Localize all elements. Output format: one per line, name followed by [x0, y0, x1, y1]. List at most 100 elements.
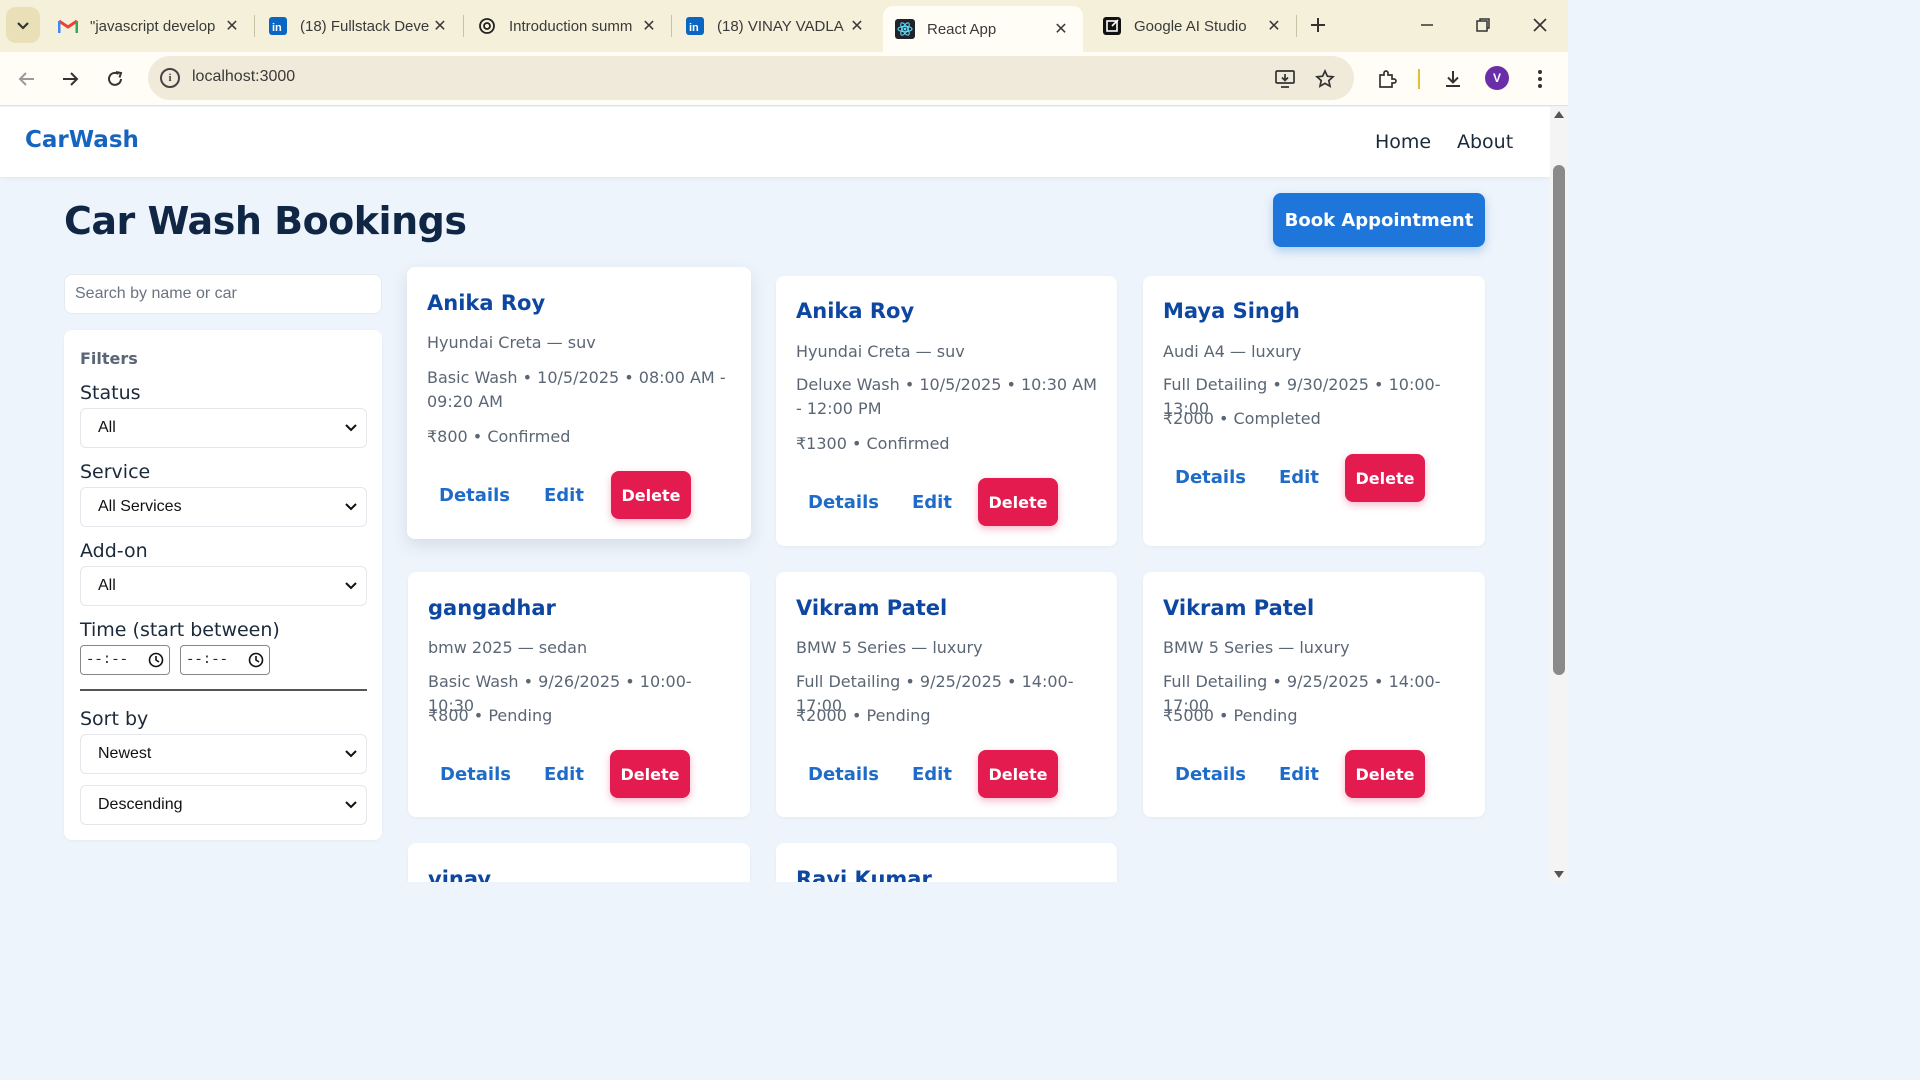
edit-button[interactable]: Edit — [1279, 764, 1319, 785]
book-appointment-button[interactable]: Book Appointment — [1273, 193, 1485, 247]
car-info: BMW 5 Series — luxury — [796, 638, 983, 657]
clock-icon[interactable] — [148, 652, 164, 668]
browser-tab-ai-studio[interactable]: Google AI Studio ✕ — [1090, 6, 1296, 46]
sort-order-value: Descending — [98, 796, 183, 813]
details-button[interactable]: Details — [808, 492, 879, 513]
customer-name: Vikram Patel — [1163, 596, 1315, 620]
site-info-icon[interactable]: i — [160, 68, 180, 88]
time-from-value: --:-- — [86, 652, 129, 668]
tab-title: "javascript develop — [90, 17, 216, 35]
tab-close-icon[interactable]: ✕ — [1264, 16, 1284, 36]
scrollbar-thumb[interactable] — [1553, 165, 1565, 675]
clock-icon[interactable] — [248, 652, 264, 668]
tab-title: (18) Fullstack Deve — [300, 17, 430, 35]
edit-button[interactable]: Edit — [912, 492, 952, 513]
details-button[interactable]: Details — [1175, 467, 1246, 488]
scroll-up-arrow-icon[interactable] — [1554, 111, 1564, 118]
price-status: ₹2000 • Pending — [796, 706, 931, 725]
linkedin-icon: in — [268, 16, 288, 36]
details-button[interactable]: Details — [439, 485, 510, 506]
tab-close-icon[interactable]: ✕ — [222, 16, 242, 36]
edit-button[interactable]: Edit — [544, 485, 584, 506]
browser-tab-react-app[interactable]: React App ✕ — [883, 6, 1083, 52]
customer-name: Anika Roy — [796, 299, 915, 323]
linkedin-icon: in — [685, 16, 705, 36]
nav-link-home[interactable]: Home — [1375, 131, 1431, 153]
browser-tab-linkedin-vinay[interactable]: in (18) VINAY VADLA ✕ — [673, 6, 879, 46]
delete-button[interactable]: Delete — [978, 750, 1058, 798]
browser-tab-linkedin-fullstack[interactable]: in (18) Fullstack Deve ✕ — [256, 6, 462, 46]
price-status: ₹5000 • Pending — [1163, 706, 1298, 725]
booking-card: Vikram Patel BMW 5 Series — luxury Full … — [1143, 572, 1485, 817]
address-bar[interactable]: i localhost:3000 — [148, 56, 1354, 100]
minimize-icon[interactable] — [1407, 10, 1447, 40]
browser-tab-chatgpt[interactable]: Introduction summ ✕ — [465, 6, 671, 46]
tab-title: Google AI Studio — [1134, 17, 1247, 35]
price-status: ₹1300 • Confirmed — [796, 434, 950, 453]
time-from-input[interactable]: --:-- — [80, 645, 170, 675]
car-info: BMW 5 Series — luxury — [1163, 638, 1350, 657]
install-app-icon[interactable] — [1272, 66, 1298, 92]
chevron-down-icon — [345, 503, 357, 511]
delete-button[interactable]: Delete — [611, 471, 691, 519]
extensions-puzzle-icon[interactable] — [1369, 61, 1405, 97]
details-button[interactable]: Details — [1175, 764, 1246, 785]
downloads-icon[interactable] — [1435, 61, 1471, 97]
booking-card: Anika Roy Hyundai Creta — suv Deluxe Was… — [776, 276, 1117, 546]
gmail-icon — [58, 16, 78, 36]
close-window-icon[interactable] — [1520, 10, 1560, 40]
sort-order-select[interactable]: Descending — [80, 785, 367, 825]
sort-label: Sort by — [80, 708, 149, 730]
browser-tab-gmail[interactable]: "javascript develop ✕ — [46, 6, 254, 46]
tab-separator — [671, 15, 672, 37]
tab-separator — [463, 15, 464, 37]
service-info: Deluxe Wash • 10/5/2025 • 10:30 AM - 12:… — [796, 375, 1097, 418]
sort-by-select[interactable]: Newest — [80, 734, 367, 774]
tab-close-icon[interactable]: ✕ — [1051, 19, 1071, 39]
delete-button[interactable]: Delete — [978, 478, 1058, 526]
addon-select[interactable]: All — [80, 566, 367, 606]
edit-button[interactable]: Edit — [544, 764, 584, 785]
delete-button[interactable]: Delete — [1345, 454, 1425, 502]
time-to-input[interactable]: --:-- — [180, 645, 270, 675]
details-button[interactable]: Details — [808, 764, 879, 785]
reload-icon[interactable] — [97, 61, 133, 97]
profile-avatar[interactable]: V — [1485, 66, 1509, 90]
scroll-down-arrow-icon[interactable] — [1554, 871, 1564, 878]
delete-button[interactable]: Delete — [1345, 750, 1425, 798]
tab-close-icon[interactable]: ✕ — [430, 16, 450, 36]
forward-arrow-icon[interactable] — [52, 61, 88, 97]
details-button[interactable]: Details — [440, 764, 511, 785]
page-scrollbar[interactable] — [1550, 107, 1568, 882]
nav-link-about[interactable]: About — [1457, 131, 1513, 153]
brand-logo[interactable]: CarWash — [25, 127, 139, 153]
status-select-value: All — [98, 419, 116, 436]
page-viewport: CarWash Home About Car Wash Bookings Boo… — [0, 107, 1550, 882]
bookmark-star-icon[interactable] — [1312, 66, 1338, 92]
url-text[interactable]: localhost:3000 — [192, 68, 295, 86]
car-info: Hyundai Creta — suv — [427, 333, 596, 352]
more-menu-icon[interactable] — [1522, 61, 1558, 97]
app-header: CarWash Home About — [0, 107, 1550, 177]
new-tab-plus-icon[interactable] — [1298, 10, 1338, 40]
search-input[interactable] — [65, 275, 381, 313]
delete-button[interactable]: Delete — [610, 750, 690, 798]
booking-card: vinay — [408, 843, 750, 882]
tab-close-icon[interactable]: ✕ — [639, 16, 659, 36]
service-label: Service — [80, 461, 151, 483]
service-info: Basic Wash • 10/5/2025 • 08:00 AM - 09:2… — [427, 368, 726, 411]
back-arrow-icon[interactable] — [9, 61, 45, 97]
restore-icon[interactable] — [1463, 10, 1503, 40]
tab-title: (18) VINAY VADLA — [717, 17, 844, 35]
tab-title: Introduction summ — [509, 17, 633, 35]
time-label: Time (start between) — [80, 619, 280, 641]
edit-button[interactable]: Edit — [912, 764, 952, 785]
tab-search-chevron-icon[interactable] — [6, 7, 40, 43]
service-select-value: All Services — [98, 498, 182, 515]
status-select[interactable]: All — [80, 408, 367, 448]
edit-button[interactable]: Edit — [1279, 467, 1319, 488]
booking-card: Vikram Patel BMW 5 Series — luxury Full … — [776, 572, 1117, 817]
customer-name: vinay — [428, 867, 492, 882]
service-select[interactable]: All Services — [80, 487, 367, 527]
tab-close-icon[interactable]: ✕ — [847, 16, 867, 36]
